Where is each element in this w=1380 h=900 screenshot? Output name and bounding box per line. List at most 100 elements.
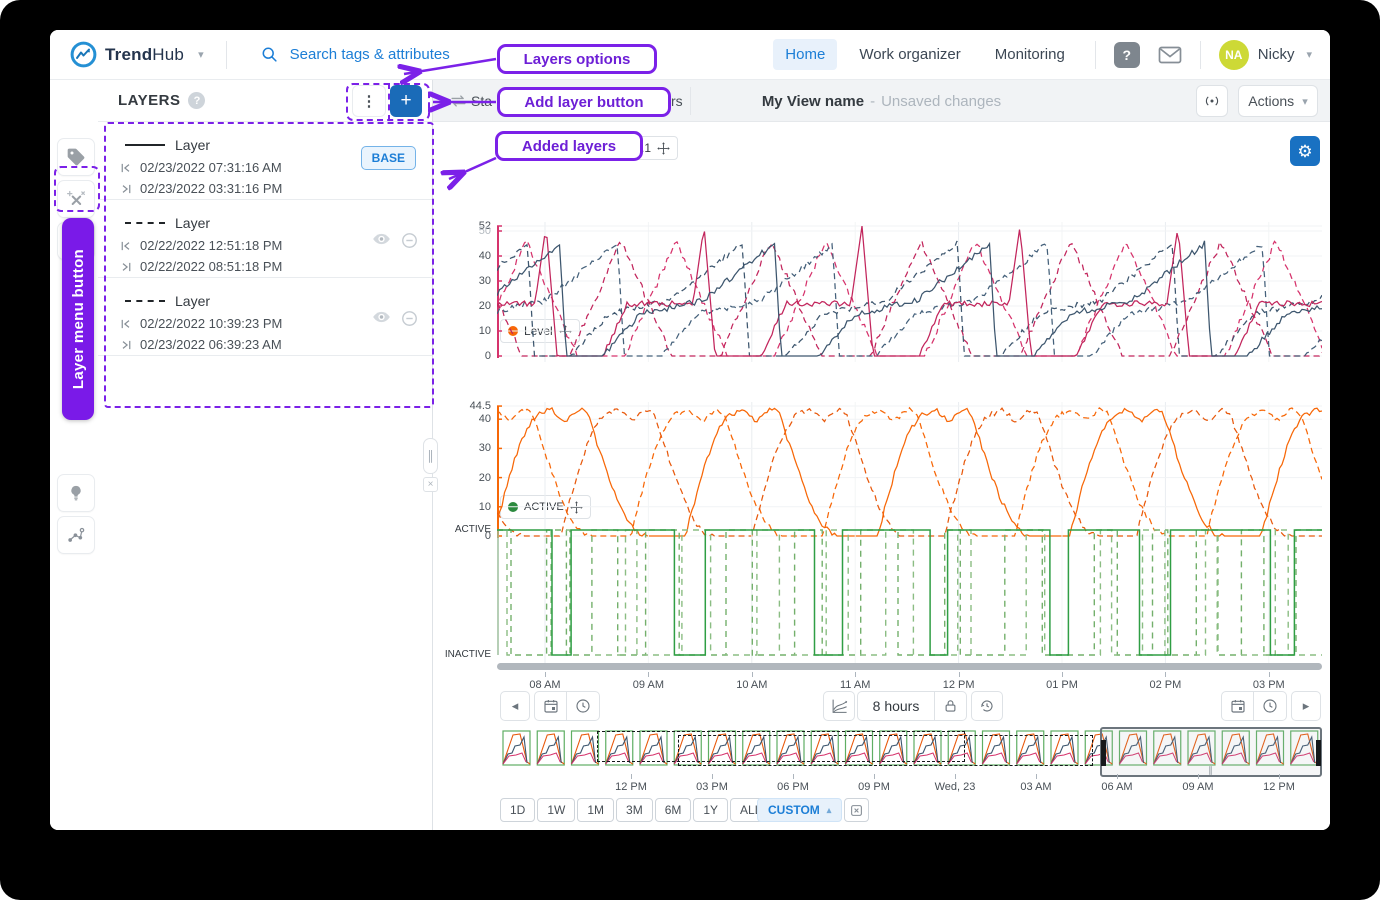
layer-item-header: Layer <box>125 292 432 310</box>
brand-name: TrendHub <box>105 45 184 65</box>
window-grip[interactable]: ∥ <box>1102 765 1320 775</box>
help-icon[interactable]: ? <box>1114 42 1140 68</box>
divider <box>1095 41 1096 69</box>
range-button-1w[interactable]: 1W <box>537 798 575 822</box>
layer-list-item[interactable]: Layer02/22/2022 12:51:18 PM02/22/2022 08… <box>98 200 432 278</box>
top-nav: Home Work organizer Monitoring <box>773 39 1077 70</box>
time-button[interactable] <box>1254 691 1287 721</box>
move-icon[interactable] <box>657 142 670 155</box>
clock-icon <box>575 698 591 714</box>
search-icon <box>261 46 278 63</box>
lock-icon <box>943 698 958 714</box>
window-right-handle[interactable] <box>1316 740 1321 766</box>
pan-left-button[interactable]: ◂ <box>500 691 530 721</box>
tags-tool-button[interactable] <box>57 138 95 176</box>
gear-icon: ⚙ <box>1297 143 1312 160</box>
layer-item-header: Layer <box>125 214 432 232</box>
overview-axis-label: 03 PM <box>696 781 728 793</box>
state-axis-label: ACTIVE <box>433 524 491 535</box>
time-scrollbar[interactable] <box>497 663 1322 670</box>
formula-icon <box>66 189 86 209</box>
layers-panel-header: LAYERS ? ⋮ + <box>98 80 432 122</box>
panel-resize-handle[interactable]: ∥ <box>423 438 438 474</box>
panel-collapse-button[interactable]: × <box>423 477 438 492</box>
lock-duration-button[interactable] <box>935 691 967 721</box>
y-axis-tick: 20 <box>433 472 491 484</box>
y-axis-tick: 0 <box>433 350 491 362</box>
range-button-1d[interactable]: 1D <box>500 798 535 822</box>
help-circle-icon[interactable]: ? <box>188 92 205 109</box>
range-button-3m[interactable]: 3M <box>616 798 653 822</box>
layer-name: Layer <box>175 293 210 309</box>
plus-icon: + <box>400 90 411 112</box>
window-left-handle[interactable] <box>1101 740 1106 766</box>
y-axis-tick: 30 <box>433 442 491 454</box>
time-button[interactable] <box>567 691 600 721</box>
eye-icon[interactable] <box>372 232 391 249</box>
app-window: TrendHub ▾ Search tags & attributes Home… <box>50 30 1330 830</box>
search-placeholder: Search tags & attributes <box>290 46 450 63</box>
remove-layer-icon[interactable] <box>401 232 418 249</box>
left-datetime-group <box>534 691 600 721</box>
arrow-left-icon: ◂ <box>512 698 519 714</box>
layers-options-button[interactable]: ⋮ <box>352 85 386 117</box>
duration-group: 8 hours <box>857 691 967 721</box>
nav-item-home[interactable]: Home <box>773 39 837 70</box>
y-axis-tick: 44.5 <box>433 400 491 412</box>
suggestions-tool-button[interactable] <box>57 474 95 512</box>
layer-end-time: 02/23/2022 06:39:23 AM <box>140 337 282 352</box>
range-button-1m[interactable]: 1M <box>577 798 614 822</box>
time-axis-tick <box>959 672 960 677</box>
broadcast-button[interactable] <box>1196 85 1228 117</box>
layer-list-item[interactable]: Layer02/22/2022 10:39:23 PM02/23/2022 06… <box>98 278 432 356</box>
time-axis-tick <box>1165 672 1166 677</box>
nav-item-monitoring[interactable]: Monitoring <box>983 39 1077 70</box>
duration-value[interactable]: 8 hours <box>857 691 935 721</box>
time-axis-label: 08 AM <box>529 679 560 691</box>
overview-selection-window[interactable]: ∥ <box>1100 727 1322 777</box>
calendar-icon <box>1230 698 1246 714</box>
actions-button[interactable]: Actions ▾ <box>1238 85 1318 117</box>
range-button-1y[interactable]: 1Y <box>693 798 728 822</box>
range-button-6m[interactable]: 6M <box>655 798 692 822</box>
remove-layer-icon[interactable] <box>401 310 418 327</box>
layer-line-swatch <box>125 222 165 224</box>
time-axis-tick <box>855 672 856 677</box>
calendar-button[interactable] <box>534 691 567 721</box>
user-menu[interactable]: NA Nicky▾ <box>1219 40 1312 70</box>
time-axis-tick <box>752 672 753 677</box>
chevron-down-icon[interactable]: ▾ <box>198 48 204 61</box>
add-layer-button[interactable]: + <box>390 85 422 117</box>
context-items-tool-button[interactable] <box>57 516 95 554</box>
main-area: Sta rs My View name - Unsaved changes Ac… <box>433 80 1330 830</box>
custom-range-button[interactable]: CUSTOM ▴ <box>757 798 842 822</box>
formulas-tool-button[interactable] <box>57 180 95 218</box>
clear-custom-button[interactable] <box>844 798 869 822</box>
overview-axis-tick <box>1198 774 1199 779</box>
swap-icon[interactable] <box>450 93 467 109</box>
layer-list-item[interactable]: Layer02/23/2022 07:31:16 AM02/23/2022 03… <box>98 122 432 200</box>
search-input[interactable]: Search tags & attributes <box>261 46 450 63</box>
time-axis-label: 10 AM <box>736 679 767 691</box>
pan-right-button[interactable]: ▸ <box>1291 691 1321 721</box>
layers-list: Layer02/23/2022 07:31:16 AM02/23/2022 03… <box>98 122 432 356</box>
nav-item-work-organizer[interactable]: Work organizer <box>847 39 972 70</box>
stacked-label-fragment-end: rs <box>671 93 683 109</box>
state-axis-label: INACTIVE <box>433 649 491 660</box>
calendar-icon <box>543 698 559 714</box>
history-button[interactable] <box>971 691 1003 721</box>
annotation-added-layers: Added layers <box>495 131 643 161</box>
trendhub-logo[interactable]: TrendHub ▾ <box>70 41 204 68</box>
chevron-down-icon: ▾ <box>1302 95 1308 108</box>
layer-start-time: 02/23/2022 07:31:16 AM <box>140 160 282 175</box>
chart-settings-button[interactable]: ⚙ <box>1290 136 1320 166</box>
time-axis-tick <box>1062 672 1063 677</box>
calendar-button[interactable] <box>1221 691 1254 721</box>
overview-axis-tick <box>1279 774 1280 779</box>
window-frame: TrendHub ▾ Search tags & attributes Home… <box>0 0 1380 900</box>
eye-icon[interactable] <box>372 310 391 327</box>
overview-axis-label: 06 PM <box>777 781 809 793</box>
lightbulb-icon <box>67 483 85 503</box>
compare-view-button[interactable] <box>823 691 855 721</box>
mail-icon[interactable] <box>1158 45 1182 65</box>
